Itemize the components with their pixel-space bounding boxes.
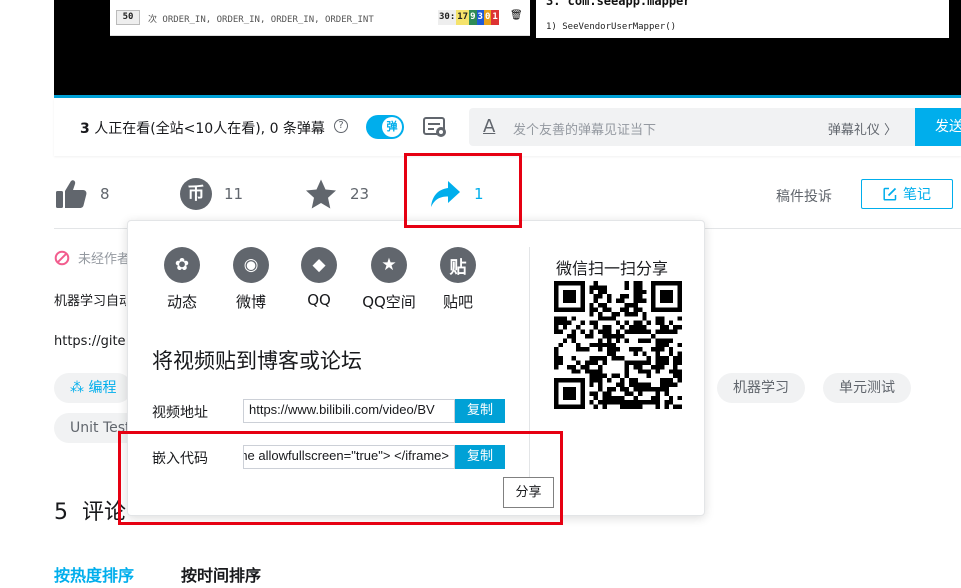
danmaku-placeholder: 发个友善的弹幕见证当下 — [513, 123, 657, 138]
timing-badge: 30: 17 9 3 0 1 — [438, 10, 499, 25]
qzone-icon: ★ — [371, 247, 407, 283]
timing-part: 9 — [469, 10, 477, 25]
embed-section-title: 将视频贴到博客或论坛 — [152, 349, 362, 373]
execution-count: 50 — [116, 10, 140, 25]
timing-part: 17 — [456, 10, 470, 25]
report-link[interactable]: 稿件投诉 — [776, 186, 832, 206]
comments-count: 5 — [54, 500, 68, 525]
danmaku-bar: 3 人正在看(全站<10人在看), 0 条弹幕 ? 弹 A 发个友善的弹幕见证当… — [54, 98, 961, 156]
video-description: 机器学习自动化测试 — [54, 294, 126, 309]
copy-url-button[interactable]: 复制 — [455, 399, 505, 423]
timing-part: 0 — [483, 10, 492, 25]
tag-channel[interactable]: ⁂ 编程 — [54, 373, 133, 403]
trash-icon: 🗑 — [510, 10, 523, 21]
coin-count: 11 — [224, 185, 244, 203]
danmaku-etiquette-link[interactable]: 弹幕礼仪 〉 — [828, 119, 897, 138]
qq-icon: ◆ — [301, 247, 337, 283]
highlight-share-button — [404, 153, 522, 228]
highlight-embed-code — [118, 431, 563, 525]
channel-icon: ⁂ — [70, 380, 84, 396]
viewer-count: 3 人正在看(全站<10人在看), 0 条弹幕 — [80, 118, 325, 138]
video-url-label: 视频地址 — [152, 405, 208, 421]
comments-heading: 5 评论 — [54, 494, 126, 526]
share-to-qzone[interactable]: ★ QQ空间 — [359, 247, 419, 312]
wechat-qr-code — [554, 281, 682, 409]
share-target-label: 贴吧 — [442, 293, 473, 311]
danmaku-input[interactable]: A 发个友善的弹幕见证当下 弹幕礼仪 〉 — [469, 108, 915, 146]
like-button[interactable]: 8 — [54, 176, 110, 212]
share-target-label: 微博 — [235, 293, 266, 311]
timing-part: 1 — [491, 10, 499, 25]
wechat-share-title: 微信扫一扫分享 — [556, 259, 669, 278]
send-danmaku-button[interactable]: 发送 — [915, 108, 961, 146]
sort-by-hot-tab[interactable]: 按热度排序 — [54, 562, 134, 586]
tieba-icon: 贴 — [440, 247, 476, 283]
star-icon — [306, 179, 336, 209]
favorite-count: 23 — [350, 185, 370, 203]
tag-item[interactable]: 机器学习 — [717, 373, 805, 403]
notes-subline: 1) SeeVendorUserMapper() — [546, 22, 677, 32]
danmaku-settings-icon[interactable] — [422, 115, 448, 139]
description-link[interactable]: https://gitee.com — [54, 334, 126, 349]
share-to-tieba[interactable]: 贴 贴吧 — [428, 247, 488, 312]
timing-part: 3 — [476, 10, 484, 25]
video-frame-notes-panel: 3. com.seeapp.mapper 1) SeeVendorUserMap… — [536, 0, 949, 38]
thumbs-up-icon — [56, 180, 87, 208]
text-style-icon[interactable]: A — [483, 116, 495, 137]
video-frame-code-panel: 50 次 ORDER_IN, ORDER_IN, ORDER_IN, ORDER… — [110, 0, 530, 36]
share-to-dynamic[interactable]: ✿ 动态 — [152, 247, 212, 312]
coin-icon: 币 — [180, 178, 212, 210]
favorite-button[interactable]: 23 — [304, 176, 369, 212]
notes-heading: 3. com.seeapp.mapper — [546, 0, 691, 8]
share-to-weibo[interactable]: ◉ 微博 — [221, 247, 281, 312]
share-target-label: QQ空间 — [362, 293, 416, 311]
note-button[interactable]: 笔记 — [861, 179, 953, 209]
dynamic-icon: ✿ — [164, 247, 200, 283]
forbidden-icon — [54, 250, 70, 265]
coin-button[interactable]: 币 11 — [180, 176, 243, 212]
tag-item[interactable]: 单元测试 — [823, 373, 911, 403]
sort-by-time-tab[interactable]: 按时间排序 — [181, 562, 261, 586]
danmaku-toggle-label: 弹 — [382, 117, 402, 137]
like-count: 8 — [100, 185, 110, 203]
video-url-field[interactable]: https://www.bilibili.com/video/BV — [243, 399, 455, 423]
tag-label: 编程 — [88, 380, 117, 396]
share-target-label: QQ — [307, 291, 331, 309]
code-text: 次 ORDER_IN, ORDER_IN, ORDER_IN, ORDER_IN… — [148, 15, 374, 25]
help-icon[interactable]: ? — [334, 119, 348, 133]
share-to-qq[interactable]: ◆ QQ — [289, 247, 349, 309]
edit-icon — [883, 187, 897, 201]
viewer-number: 3 — [80, 121, 90, 137]
weibo-icon: ◉ — [233, 247, 269, 283]
note-label: 笔记 — [903, 187, 931, 203]
share-target-label: 动态 — [166, 293, 197, 311]
viewer-text: 人正在看(全站<10人在看), 0 条弹幕 — [89, 121, 325, 137]
danmaku-toggle[interactable]: 弹 — [366, 115, 404, 139]
timing-part: 30: — [438, 10, 457, 25]
